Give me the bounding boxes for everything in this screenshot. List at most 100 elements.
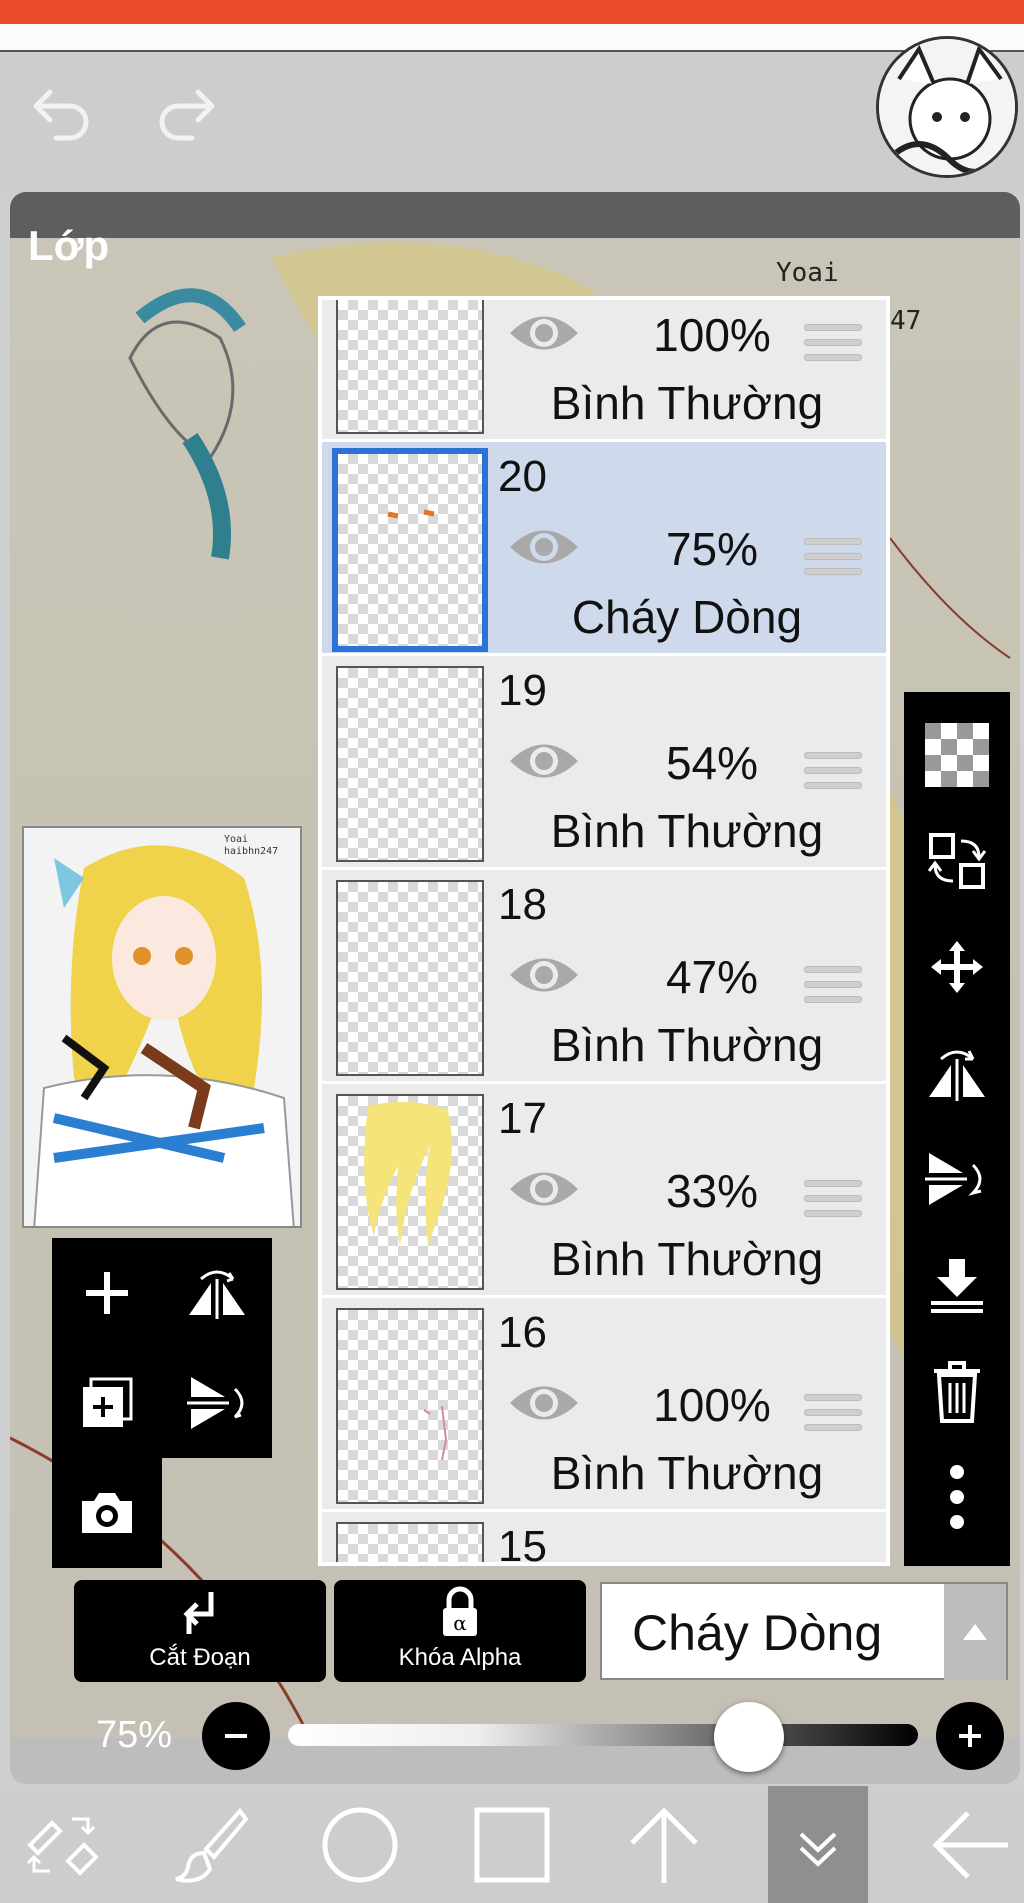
undo-button[interactable] bbox=[26, 82, 96, 142]
rectangle-tool-button[interactable] bbox=[462, 1786, 562, 1903]
layer-row[interactable]: 16 100% Bình Thường bbox=[322, 1298, 886, 1512]
flip-vertical-button[interactable] bbox=[162, 1348, 272, 1458]
checkerboard-icon bbox=[925, 723, 989, 787]
layer-opacity: 75% bbox=[665, 523, 759, 575]
blend-mode-select[interactable]: Cháy Dòng bbox=[600, 1582, 1008, 1680]
back-button[interactable] bbox=[920, 1786, 1020, 1903]
layer-row[interactable]: 15 bbox=[322, 1512, 886, 1566]
layer-blend-mode: Cháy Dòng bbox=[571, 591, 803, 643]
layer-thumbnail bbox=[336, 1308, 484, 1504]
trash-icon bbox=[934, 1361, 980, 1423]
alpha-lock-button[interactable]: α Khóa Alpha bbox=[334, 1580, 586, 1682]
flip-horizontal-layer-button[interactable] bbox=[904, 1020, 1010, 1126]
user-avatar[interactable] bbox=[876, 36, 1018, 178]
layer-list[interactable]: 100% Bình Thường 20 75% Cháy Dòng 19 54%… bbox=[318, 296, 890, 1566]
drag-handle-icon[interactable] bbox=[804, 538, 862, 584]
alpha-lock-label: Khóa Alpha bbox=[398, 1644, 522, 1671]
flip-vertical-icon bbox=[187, 1377, 244, 1429]
brush-icon bbox=[175, 1807, 249, 1883]
layer-number: 15 bbox=[498, 1522, 547, 1566]
layer-row[interactable]: 100% Bình Thường bbox=[322, 300, 886, 442]
clip-arrow-icon bbox=[183, 1592, 214, 1634]
flip-vertical-layer-button[interactable] bbox=[904, 1126, 1010, 1232]
preview-artwork bbox=[24, 828, 300, 1226]
arrow-up-icon bbox=[630, 1806, 698, 1883]
layer-thumbnail bbox=[336, 1094, 484, 1290]
visibility-eye-icon[interactable] bbox=[508, 1378, 580, 1428]
canvas-preview-thumbnail[interactable]: Yoai haibhn247 bbox=[22, 826, 302, 1228]
redo-icon bbox=[159, 89, 215, 141]
merge-down-button[interactable] bbox=[904, 1232, 1010, 1338]
blend-mode-dropdown-arrow[interactable] bbox=[944, 1584, 1006, 1680]
chevron-double-down-icon bbox=[799, 1832, 837, 1867]
visibility-eye-icon[interactable] bbox=[508, 1164, 580, 1214]
visibility-eye-icon[interactable] bbox=[508, 950, 580, 1000]
triangle-up-icon bbox=[963, 1624, 987, 1640]
preview-signature: Yoai haibhn247 bbox=[224, 834, 279, 857]
opacity-slider-track[interactable] bbox=[288, 1724, 918, 1746]
redo-button[interactable] bbox=[152, 82, 222, 142]
opacity-slider-thumb[interactable] bbox=[714, 1702, 784, 1772]
drag-handle-icon[interactable] bbox=[804, 752, 862, 798]
layer-blend-mode: Bình Thường bbox=[550, 805, 824, 857]
panel-title: Lớp bbox=[28, 222, 110, 269]
clipping-button[interactable]: Cắt Đoạn bbox=[74, 1580, 326, 1682]
flip-vertical-icon bbox=[925, 1153, 982, 1205]
flip-horizontal-icon bbox=[189, 1270, 245, 1319]
layer-thumbnail-art bbox=[423, 1405, 448, 1461]
add-layer-button[interactable] bbox=[52, 1238, 162, 1348]
upload-button[interactable] bbox=[614, 1786, 714, 1903]
drag-handle-icon[interactable] bbox=[804, 1394, 862, 1440]
ellipse-tool-button[interactable] bbox=[310, 1786, 410, 1903]
delete-layer-button[interactable] bbox=[904, 1338, 1010, 1444]
layer-action-toolbar bbox=[904, 692, 1010, 1566]
layer-blend-mode: Bình Thường bbox=[550, 377, 824, 429]
layer-blend-mode: Bình Thường bbox=[550, 1019, 824, 1071]
layer-row[interactable]: 19 54% Bình Thường bbox=[322, 656, 886, 870]
layer-number: 18 bbox=[498, 880, 547, 929]
brush-tool-button[interactable] bbox=[160, 1786, 260, 1903]
layer-thumbnail bbox=[336, 300, 484, 434]
move-icon bbox=[931, 941, 983, 993]
layer-quick-tools bbox=[52, 1238, 272, 1568]
circle-icon bbox=[322, 1807, 398, 1882]
move-button[interactable] bbox=[904, 914, 1010, 1020]
swap-layer-button[interactable] bbox=[904, 808, 1010, 914]
drag-handle-icon[interactable] bbox=[804, 1180, 862, 1226]
layer-row[interactable]: 18 47% Bình Thường bbox=[322, 870, 886, 1084]
camera-import-button[interactable] bbox=[52, 1458, 162, 1568]
opacity-decrease-button[interactable] bbox=[202, 1702, 270, 1770]
canvas-signature-id: 47 bbox=[890, 306, 922, 336]
svg-text:α: α bbox=[453, 1611, 467, 1635]
visibility-eye-icon[interactable] bbox=[508, 522, 580, 572]
plus-icon bbox=[959, 1725, 981, 1747]
layer-thumbnail bbox=[336, 880, 484, 1076]
layer-thumbnail-art bbox=[387, 509, 435, 519]
visibility-eye-icon[interactable] bbox=[508, 736, 580, 786]
blend-mode-value: Cháy Dòng bbox=[632, 1605, 883, 1661]
layer-opacity: 100% bbox=[653, 309, 771, 361]
layer-blend-mode: Bình Thường bbox=[550, 1233, 824, 1285]
drag-handle-icon[interactable] bbox=[804, 966, 862, 1012]
more-options-button[interactable] bbox=[904, 1444, 1010, 1550]
layer-thumbnail-art bbox=[364, 1101, 452, 1246]
brush-eraser-toggle-button[interactable] bbox=[12, 1786, 112, 1903]
plus-icon bbox=[86, 1272, 128, 1314]
opacity-increase-button[interactable] bbox=[936, 1702, 1004, 1770]
layer-row[interactable]: 17 33% Bình Thường bbox=[322, 1084, 886, 1298]
transparency-button[interactable] bbox=[904, 702, 1010, 808]
duplicate-icon bbox=[83, 1377, 133, 1427]
layer-thumbnail bbox=[336, 1522, 484, 1562]
duplicate-layer-button[interactable] bbox=[52, 1348, 162, 1458]
flip-horizontal-icon bbox=[929, 1050, 985, 1101]
layer-opacity: 47% bbox=[665, 951, 759, 1003]
flip-horizontal-button[interactable] bbox=[162, 1238, 272, 1348]
layer-number: 20 bbox=[498, 452, 547, 501]
layers-panel-toggle-button[interactable] bbox=[768, 1786, 868, 1903]
layer-row-selected[interactable]: 20 75% Cháy Dòng bbox=[322, 442, 886, 656]
avatar-image bbox=[879, 39, 1015, 175]
minus-icon bbox=[225, 1734, 247, 1738]
main-toolbar bbox=[0, 1786, 1024, 1903]
visibility-eye-icon[interactable] bbox=[508, 308, 580, 358]
drag-handle-icon[interactable] bbox=[804, 324, 862, 370]
